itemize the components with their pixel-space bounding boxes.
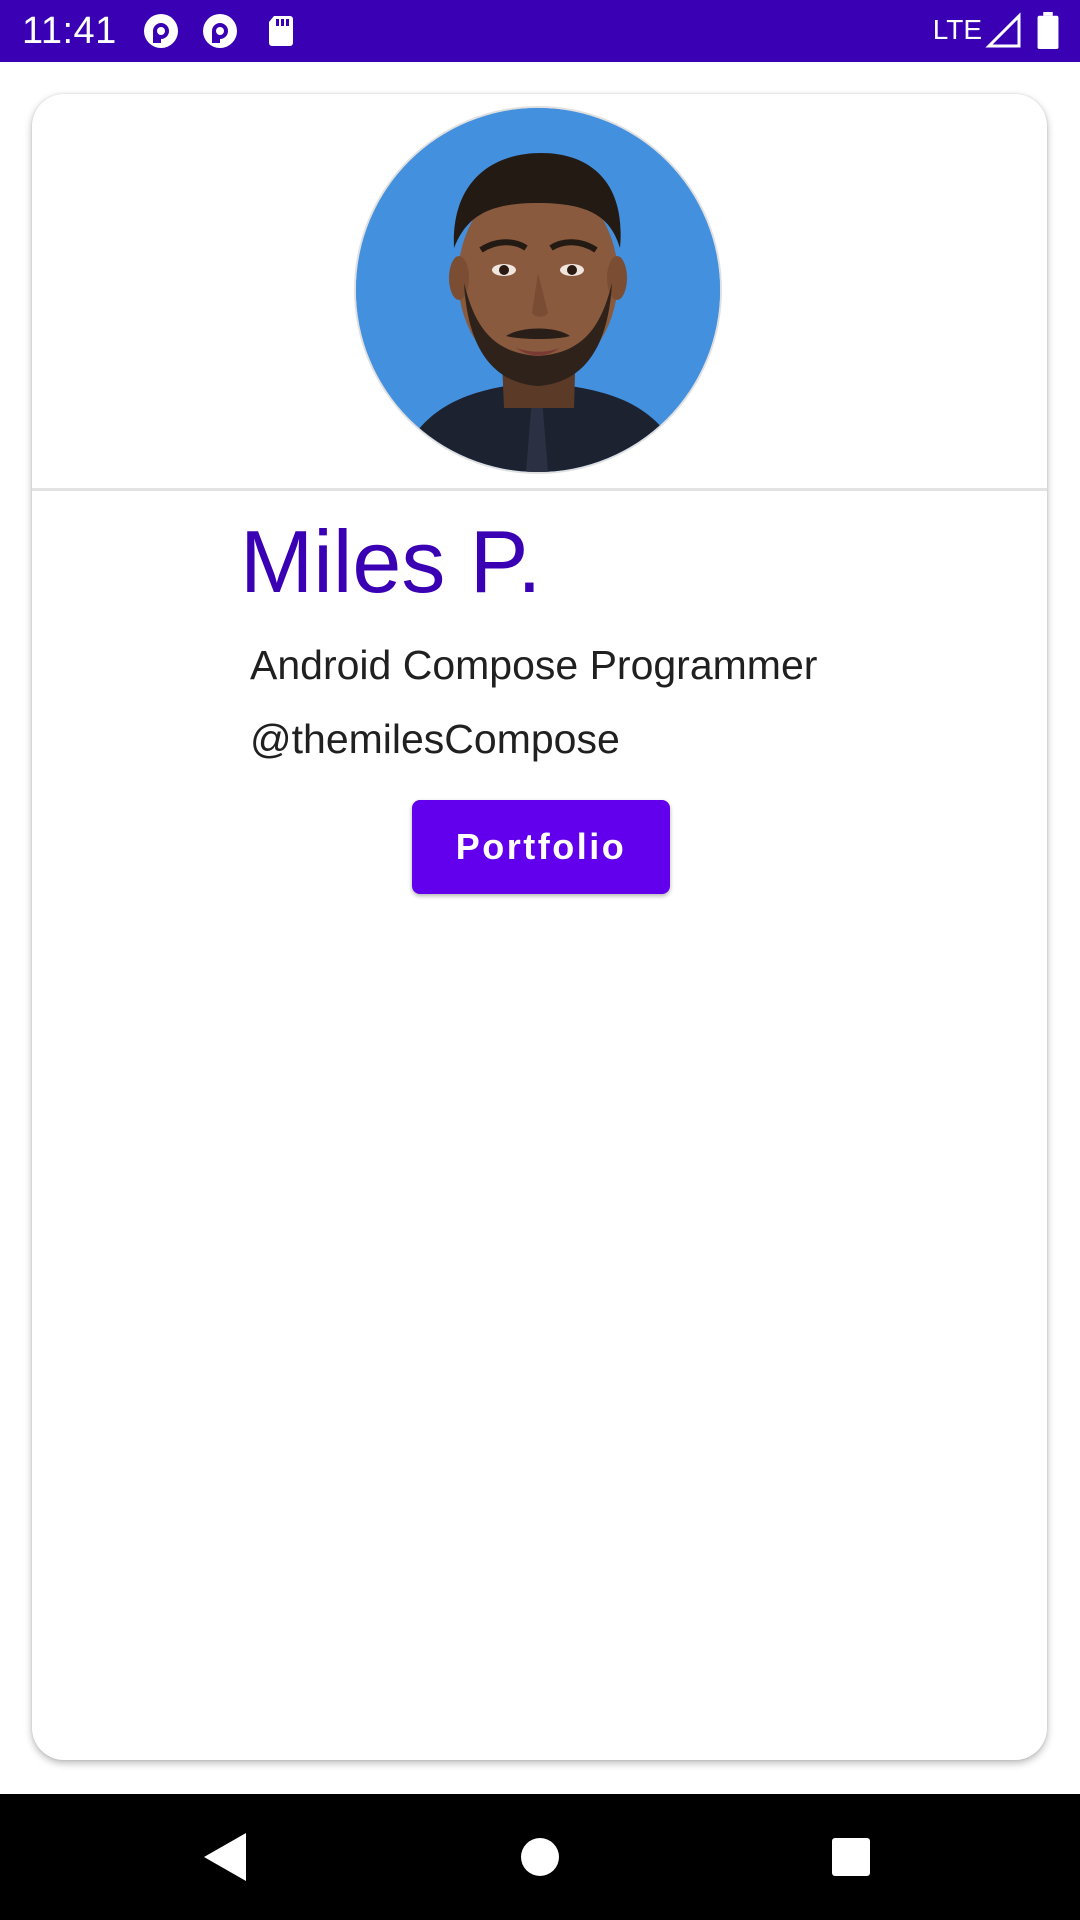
battery-icon [1037,12,1059,50]
portfolio-button[interactable]: Portfolio [412,800,670,894]
recents-icon[interactable] [823,1829,879,1885]
profile-photo [356,108,720,472]
profile-handle: @themilesCompose [250,716,620,762]
profile-title: Android Compose Programmer [250,642,818,688]
card-divider [32,488,1047,491]
sd-card-icon [269,16,293,46]
navigation-bar [0,1794,1080,1920]
profile-avatar [356,108,720,472]
pocket-casts-icon [144,14,178,48]
status-bar: 11:41 LTE [0,0,1080,62]
network-type: LTE [932,14,982,45]
home-icon[interactable] [512,1829,568,1885]
screen: Miles P. Android Compose Programmer @the… [0,62,1080,1794]
pocket-casts-icon [203,14,237,48]
back-icon[interactable] [198,1829,254,1885]
profile-card: Miles P. Android Compose Programmer @the… [32,94,1047,1760]
signal-icon [985,12,1021,48]
profile-name: Miles P. [240,512,542,611]
status-time: 11:41 [22,10,117,52]
